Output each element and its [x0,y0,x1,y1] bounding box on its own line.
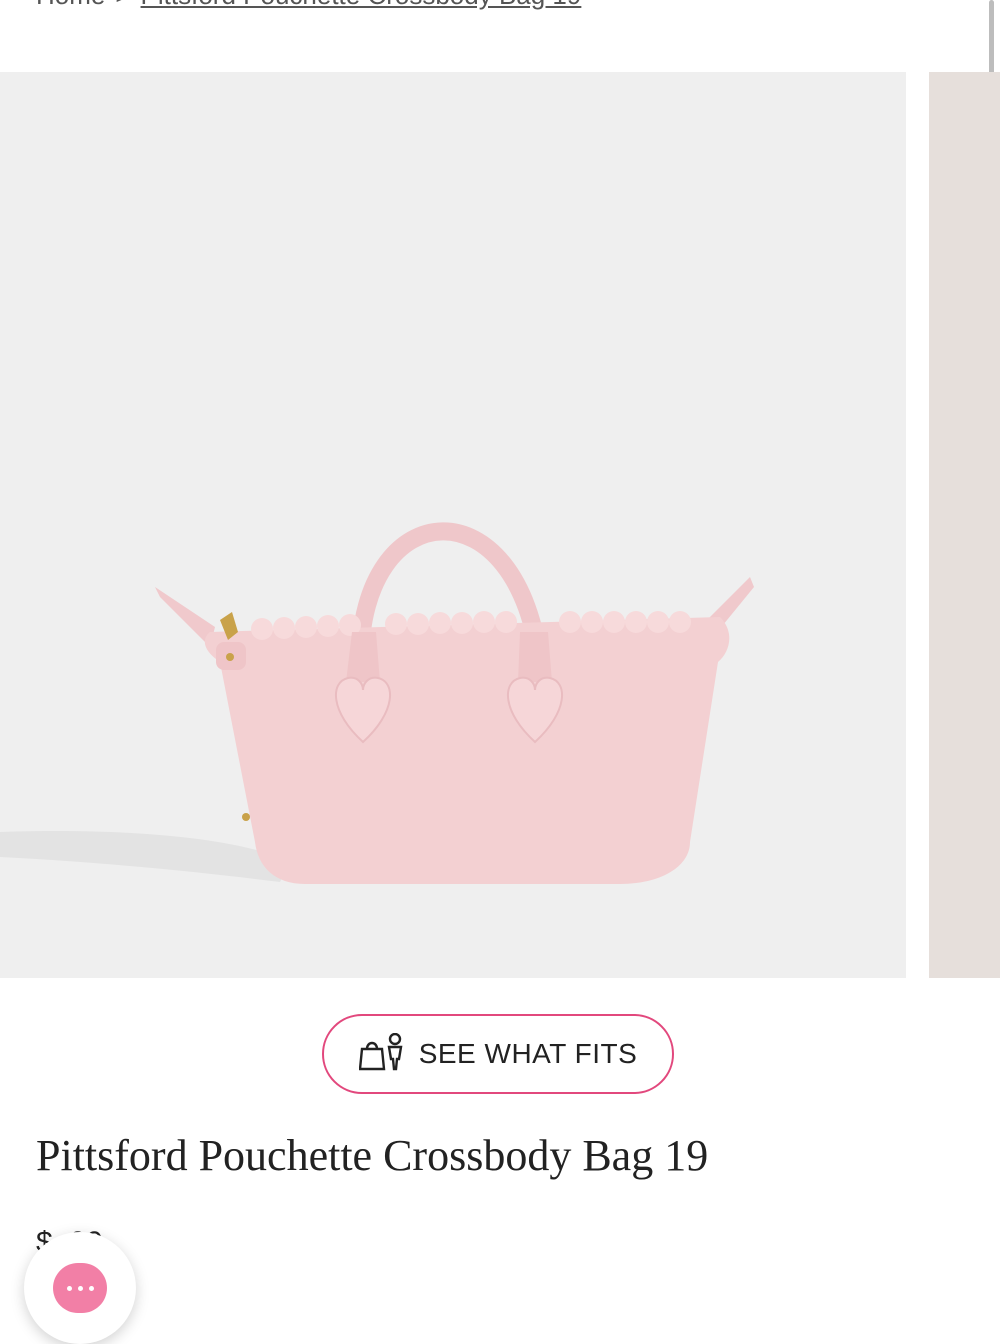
breadcrumb-separator: > [115,0,130,11]
bag-and-person-icon [358,1032,405,1076]
product-image-gallery[interactable] [0,72,1000,978]
product-image[interactable] [0,72,906,978]
chat-button[interactable] [24,1232,136,1344]
chat-bubble-icon [53,1263,107,1313]
product-title: Pittsford Pouchette Crossbody Bag 19 [36,1131,709,1180]
breadcrumb-current[interactable]: Pittsford Pouchette Crossbody Bag 19 [141,0,582,11]
breadcrumb-home[interactable]: Home [36,0,105,11]
pink-handbag-illustration [0,522,754,884]
see-what-fits-label: SEE WHAT FITS [418,1038,638,1069]
breadcrumb: Home > Pittsford Pouchette Crossbody Bag… [36,0,581,11]
next-product-image[interactable] [929,72,1000,978]
see-what-fits-button[interactable]: SEE WHAT FITS [322,1014,674,1094]
